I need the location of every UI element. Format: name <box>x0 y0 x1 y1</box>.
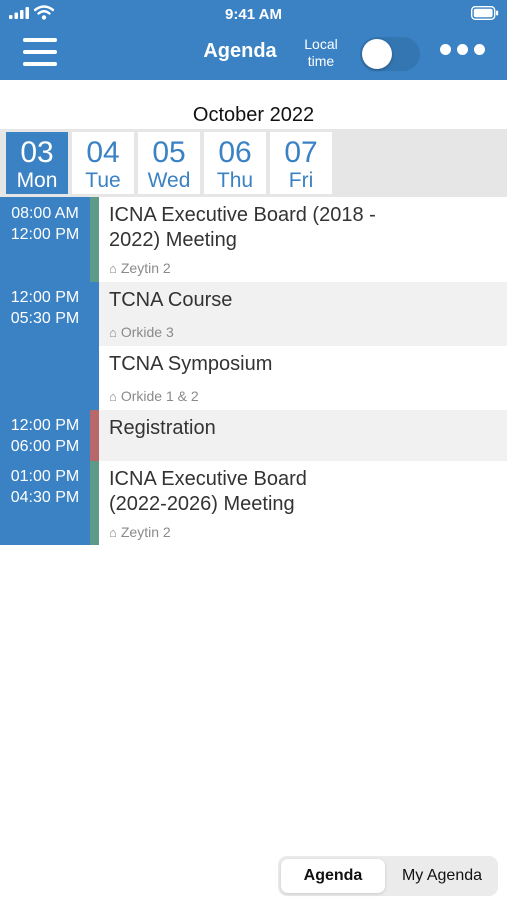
day-weekday: Tue <box>85 169 121 192</box>
local-time-label: Local time <box>296 36 346 70</box>
menu-icon-line <box>23 62 57 66</box>
event-location: ⌂ Zeytin 2 <box>109 524 171 540</box>
day-weekday: Fri <box>288 169 314 192</box>
time-slot: 12:00 PM 06:00 PM <box>0 415 90 457</box>
event-location: ⌂ Orkide 3 <box>109 324 174 340</box>
location-name: Zeytin 2 <box>120 260 171 276</box>
more-icon-dot <box>440 44 451 55</box>
battery-icon <box>471 6 499 20</box>
more-icon-dot <box>457 44 468 55</box>
day-number: 05 <box>152 136 186 169</box>
agenda-segmented-control: Agenda My Agenda <box>278 856 498 896</box>
time-slot: 12:00 PM 05:30 PM <box>0 287 90 329</box>
day-weekday: Thu <box>216 169 254 192</box>
local-time-line2: time <box>307 53 335 69</box>
time-column: 08:00 AM 12:00 PM 12:00 PM 05:30 PM 12:0… <box>0 197 90 545</box>
event-color-bar <box>90 282 99 410</box>
time-slot: 01:00 PM 04:30 PM <box>0 466 90 508</box>
event-row[interactable]: Registration <box>99 410 507 461</box>
event-row[interactable]: TCNA Symposium ⌂ Orkide 1 & 2 <box>99 346 507 410</box>
event-location: ⌂ Zeytin 2 <box>109 260 171 276</box>
segment-my-agenda[interactable]: My Agenda <box>388 859 496 893</box>
location-name: Orkide 3 <box>120 324 174 340</box>
location-name: Orkide 1 & 2 <box>120 388 199 404</box>
local-time-toggle[interactable] <box>360 37 420 71</box>
event-color-bar <box>90 197 99 282</box>
location-icon: ⌂ <box>109 389 117 404</box>
event-title: ICNA Executive Board (2022-2026) Meeting <box>109 467 399 517</box>
end-time: 05:30 PM <box>10 310 80 327</box>
day-number: 06 <box>218 136 252 169</box>
month-label: October 2022 <box>192 104 315 126</box>
event-location: ⌂ Orkide 1 & 2 <box>109 388 199 404</box>
date-strip: 03 Mon 04 Tue 05 Wed 06 Thu 07 Fri <box>0 129 507 197</box>
day-number: 04 <box>86 136 120 169</box>
day-tab-04[interactable]: 04 Tue <box>72 132 134 194</box>
local-time-line1: Local <box>304 36 338 52</box>
top-bar: 9:41 AM Agenda Local time <box>0 0 507 80</box>
event-row[interactable]: ICNA Executive Board (2022-2026) Meeting… <box>99 461 507 545</box>
event-row[interactable]: ICNA Executive Board (2018 - 2022) Meeti… <box>99 197 507 282</box>
day-number: 03 <box>20 136 54 169</box>
event-color-bar <box>90 410 99 461</box>
more-icon-dot <box>474 44 485 55</box>
day-tab-07[interactable]: 07 Fri <box>270 132 332 194</box>
event-title-line: ICNA Executive Board <box>109 468 307 490</box>
location-name: Zeytin 2 <box>120 524 171 540</box>
event-row[interactable]: TCNA Course ⌂ Orkide 3 <box>99 282 507 346</box>
event-title: TCNA Course <box>109 288 399 313</box>
event-title-line: TCNA Symposium <box>109 353 273 375</box>
day-weekday: Mon <box>16 169 58 192</box>
event-color-bar <box>90 461 99 545</box>
day-tab-05[interactable]: 05 Wed <box>138 132 200 194</box>
start-time: 12:00 PM <box>10 417 80 434</box>
location-icon: ⌂ <box>109 525 117 540</box>
event-title: Registration <box>109 416 399 441</box>
start-time: 12:00 PM <box>10 289 80 306</box>
location-icon: ⌂ <box>109 261 117 276</box>
event-title-line: TCNA Course <box>109 289 233 311</box>
start-time: 01:00 PM <box>10 468 80 485</box>
toggle-knob <box>362 39 392 69</box>
event-title-line: Registration <box>109 417 216 439</box>
status-time: 9:41 AM <box>225 6 282 23</box>
event-title: TCNA Symposium <box>109 352 399 377</box>
day-weekday: Wed <box>147 169 191 192</box>
event-title-line: 2022) Meeting <box>109 229 237 251</box>
end-time: 06:00 PM <box>10 438 80 455</box>
event-title-line: ICNA Executive Board (2018 - <box>109 204 376 226</box>
day-number: 07 <box>284 136 318 169</box>
menu-icon-line <box>23 50 57 54</box>
page-title: Agenda <box>203 40 277 62</box>
end-time: 04:30 PM <box>10 489 80 506</box>
location-icon: ⌂ <box>109 325 117 340</box>
start-time: 08:00 AM <box>11 205 79 222</box>
menu-button[interactable] <box>23 38 57 68</box>
segment-agenda[interactable]: Agenda <box>281 859 385 893</box>
more-button[interactable] <box>440 44 486 58</box>
event-title-line: (2022-2026) Meeting <box>109 493 295 515</box>
day-tab-06[interactable]: 06 Thu <box>204 132 266 194</box>
day-tab-03[interactable]: 03 Mon <box>6 132 68 194</box>
event-title: ICNA Executive Board (2018 - 2022) Meeti… <box>109 203 399 253</box>
end-time: 12:00 PM <box>10 226 80 243</box>
time-slot: 08:00 AM 12:00 PM <box>0 203 90 245</box>
menu-icon-line <box>23 38 57 42</box>
